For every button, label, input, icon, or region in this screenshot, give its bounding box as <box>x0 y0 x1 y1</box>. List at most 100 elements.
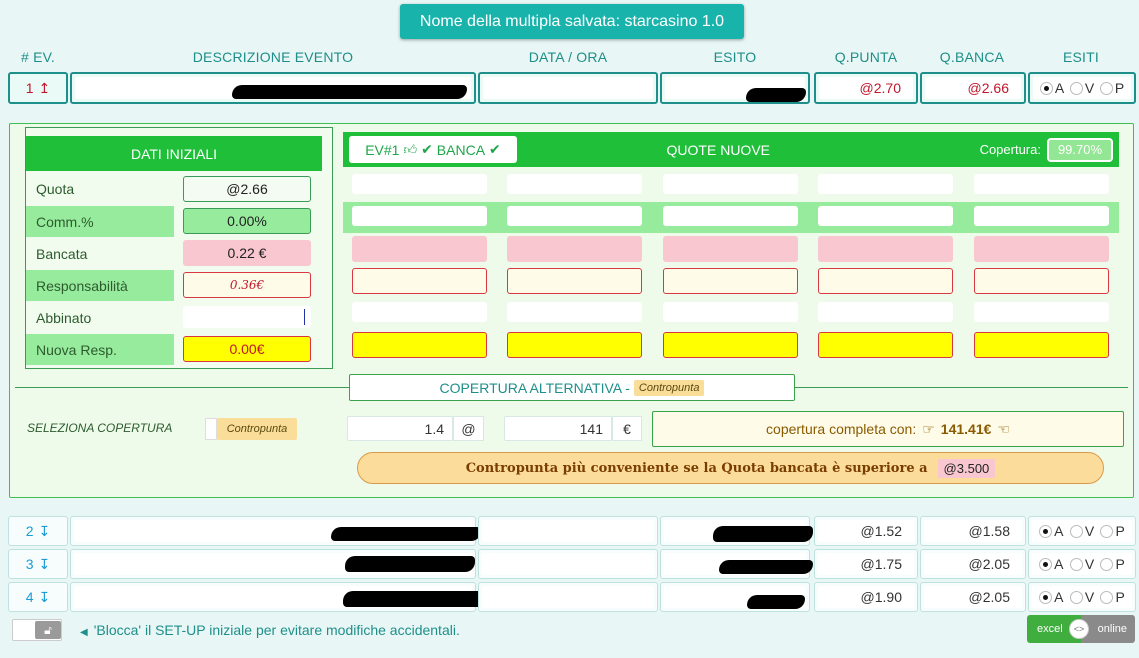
label-quota: Quota <box>36 180 75 197</box>
redacted-mark <box>747 595 805 609</box>
export-buttons: excel online <> <box>1027 615 1135 643</box>
radio-dot-icon <box>1069 557 1083 571</box>
q-banca-input[interactable]: @2.05 <box>924 553 1022 575</box>
quota-nuova-col-2[interactable] <box>507 174 642 194</box>
copertura-alternativa-title: COPERTURA ALTERNATIVA - Contropunta <box>349 374 795 401</box>
comm-nuova-col-3[interactable] <box>663 206 798 226</box>
esiti-radio-group: A V P <box>1033 77 1131 99</box>
date-box <box>478 516 658 546</box>
comm-nuova-col-2[interactable] <box>507 206 642 226</box>
lock-toggle[interactable]: 🔓︎ <box>12 619 62 641</box>
radio-dot-icon <box>1100 590 1114 604</box>
radio-dot-icon <box>1039 524 1053 538</box>
radio-p[interactable]: P <box>1100 556 1125 572</box>
conveniente-value: @3.500 <box>937 458 996 478</box>
responsabilita-value: 0.36€ <box>183 272 311 298</box>
abbinato-nuovo-col-4[interactable] <box>818 302 953 322</box>
q-punta-box: @2.70 <box>814 72 918 104</box>
event-number-box[interactable]: 3 ↧ <box>8 549 68 579</box>
text-cursor <box>304 309 305 325</box>
quota-nuova-col-5[interactable] <box>974 174 1109 194</box>
radio-a[interactable]: A <box>1039 80 1064 96</box>
redacted-mark <box>713 526 813 542</box>
resp-nuova-col-1 <box>352 268 487 294</box>
quota-input[interactable]: @2.66 <box>183 176 311 202</box>
event-number: 2 <box>25 523 34 539</box>
abbinato-input[interactable] <box>183 306 311 328</box>
quote-nuove-bar: EV#1 👍︎ ✔ BANCA ✔ QUOTE NUOVE Copertura:… <box>343 132 1119 167</box>
radio-p[interactable]: P <box>1100 523 1125 539</box>
saved-multiple-title: Nome della multipla salvata: starcasino … <box>400 4 744 39</box>
radio-v[interactable]: V <box>1069 80 1094 96</box>
euro-unit: € <box>612 416 642 441</box>
q-punta-input[interactable]: @2.70 <box>819 77 913 99</box>
bancata-nuova-col-5 <box>974 236 1109 262</box>
date-time-input[interactable] <box>482 553 654 575</box>
date-time-input[interactable] <box>482 520 654 542</box>
online-button[interactable]: online <box>1081 615 1135 643</box>
q-banca-input[interactable]: @2.05 <box>924 586 1022 608</box>
quota-nuova-col-4[interactable] <box>818 174 953 194</box>
radio-dot-icon <box>1100 557 1114 571</box>
bancata-value: 0.22 € <box>183 240 311 266</box>
nuova-resp-nuova-col-4 <box>818 332 953 358</box>
comm-nuova-col-5[interactable] <box>974 206 1109 226</box>
bancata-nuova-col-4 <box>818 236 953 262</box>
date-time-input[interactable] <box>483 77 653 99</box>
radio-a[interactable]: A <box>1039 556 1064 572</box>
event-number: 4 <box>25 589 34 605</box>
nuova-resp-nuova-col-2 <box>507 332 642 358</box>
comm-nuova-col-4[interactable] <box>818 206 953 226</box>
importo-alternativo-input[interactable]: 141 <box>504 416 612 441</box>
abbinato-nuovo-col-2[interactable] <box>507 302 642 322</box>
label-abbinato: Abbinato <box>36 309 92 326</box>
radio-a[interactable]: A <box>1039 523 1064 539</box>
redacted-mark <box>232 85 467 99</box>
abbinato-nuovo-col-1[interactable] <box>352 302 487 322</box>
conveniente-text: Contropunta più conveniente se la Quota … <box>465 460 928 476</box>
radio-dot-icon <box>1099 81 1113 95</box>
quota-nuova-col-3[interactable] <box>663 174 798 194</box>
event-number-box[interactable]: 2 ↧ <box>8 516 68 546</box>
outcome-box <box>660 516 813 546</box>
q-punta-input[interactable]: @1.90 <box>818 586 914 608</box>
resp-nuova-col-2 <box>507 268 642 294</box>
select-toggle[interactable] <box>205 418 217 440</box>
event-row-4: 4 ↧ @1.90 @2.05 A V P <box>8 582 1136 612</box>
copertura-completa-value: 141.41€ <box>940 421 992 437</box>
radio-p[interactable]: P <box>1099 80 1124 96</box>
abbinato-nuovo-col-3[interactable] <box>663 302 798 322</box>
radio-a[interactable]: A <box>1039 589 1064 605</box>
copertura-group: Copertura: 99.70% <box>980 137 1113 162</box>
ev-banca-button[interactable]: EV#1 👍︎ ✔ BANCA ✔ <box>349 136 517 163</box>
arrow-up-icon: ↥ <box>38 79 51 96</box>
radio-v[interactable]: V <box>1069 556 1094 572</box>
esiti-box: AVP <box>1028 549 1136 579</box>
q-punta-input[interactable]: @1.52 <box>818 520 914 542</box>
q-banca-input[interactable]: @2.66 <box>925 77 1021 99</box>
outcome-box <box>660 582 810 612</box>
esiti-radio-group: AVP <box>1032 553 1132 575</box>
date-box <box>478 72 658 104</box>
radio-p[interactable]: P <box>1100 589 1125 605</box>
radio-v[interactable]: V <box>1069 589 1094 605</box>
q-punta-box: @1.52 <box>814 516 918 546</box>
seleziona-copertura-select[interactable]: Contropunta <box>205 418 297 440</box>
thumbs-up-icon: 👍︎ <box>403 141 418 157</box>
q-punta-input[interactable]: @1.75 <box>818 553 914 575</box>
resp-nuova-col-3 <box>663 268 798 294</box>
comm-nuova-col-1[interactable] <box>352 206 487 226</box>
q-banca-input[interactable]: @1.58 <box>924 520 1022 542</box>
quota-nuova-col-1[interactable] <box>352 174 487 194</box>
bancata-nuova-col-1 <box>352 236 487 262</box>
date-time-input[interactable] <box>482 586 654 608</box>
quota-alternativa-input[interactable]: 1.4 <box>347 416 453 441</box>
event-number-box[interactable]: 4 ↧ <box>8 582 68 612</box>
label-commissione: Comm.% <box>26 206 174 237</box>
event-number-box[interactable]: 1 ↥ <box>8 72 68 104</box>
radio-v[interactable]: V <box>1069 523 1094 539</box>
event-row-2: 2 ↧ @1.52 @1.58 A V P <box>8 516 1136 546</box>
commissione-input[interactable]: 0.00% <box>183 208 311 234</box>
radio-dot-icon <box>1069 590 1083 604</box>
abbinato-nuovo-col-5[interactable] <box>974 302 1109 322</box>
